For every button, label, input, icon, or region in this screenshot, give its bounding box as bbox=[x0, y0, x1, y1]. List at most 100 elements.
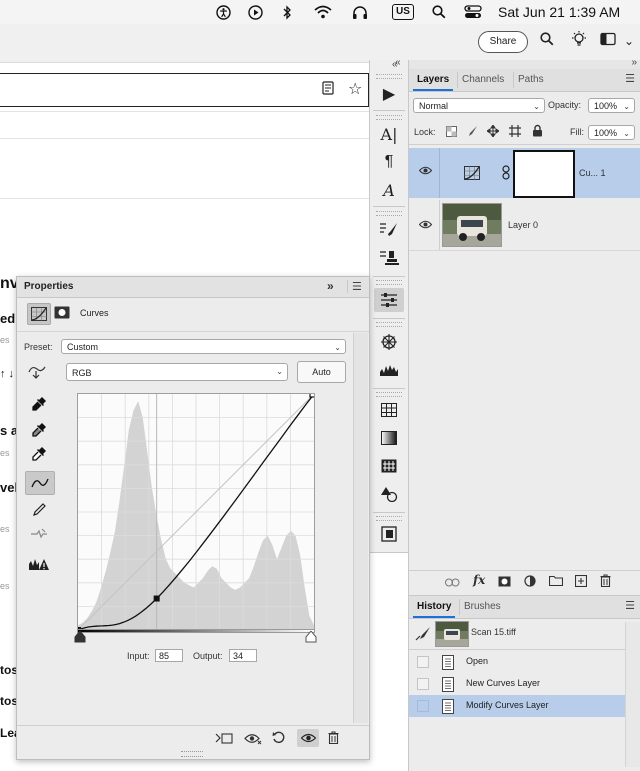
expand-chevron-icon[interactable]: » bbox=[631, 57, 637, 68]
snapshot-thumbnail[interactable] bbox=[435, 621, 469, 647]
new-adjustment-icon[interactable] bbox=[524, 575, 536, 590]
lock-position-icon[interactable] bbox=[486, 124, 500, 140]
eyedropper-gray-icon[interactable] bbox=[25, 419, 53, 441]
share-button[interactable]: Share bbox=[478, 31, 528, 53]
preset-select[interactable]: Custom ⌄ bbox=[61, 339, 346, 354]
menubar-clock[interactable]: Sat Jun 21 1:39 AM bbox=[498, 4, 620, 20]
mask-icon[interactable] bbox=[54, 306, 70, 322]
trash-icon[interactable] bbox=[328, 731, 339, 747]
tab-paths[interactable]: Paths bbox=[513, 72, 548, 88]
tab-channels[interactable]: Channels bbox=[457, 72, 508, 88]
layer-name[interactable]: Cu... 1 bbox=[579, 168, 606, 178]
trash-icon[interactable] bbox=[600, 574, 611, 590]
reader-icon[interactable] bbox=[322, 81, 334, 98]
address-bar[interactable] bbox=[0, 73, 369, 107]
on-image-adjust-icon[interactable] bbox=[28, 364, 48, 383]
history-scrollbar[interactable] bbox=[625, 622, 640, 767]
curves-plot[interactable] bbox=[78, 394, 314, 630]
link-layers-icon[interactable] bbox=[445, 576, 460, 590]
tab-brushes[interactable]: Brushes bbox=[459, 599, 505, 615]
panel-grip[interactable] bbox=[376, 74, 402, 79]
panel-grip[interactable] bbox=[376, 280, 402, 285]
panel-grip[interactable] bbox=[376, 115, 402, 120]
eyedropper-black-icon[interactable] bbox=[25, 393, 53, 415]
histogram-icon[interactable] bbox=[374, 358, 404, 382]
history-state-open[interactable]: Open bbox=[409, 651, 625, 673]
panel-menu-icon[interactable]: ☰ bbox=[625, 599, 635, 612]
layer-mask-thumbnail[interactable] bbox=[513, 150, 575, 198]
black-point-slider-icon[interactable] bbox=[74, 630, 86, 646]
curves-adjustment-icon[interactable] bbox=[27, 303, 51, 325]
visibility-eye-icon[interactable] bbox=[418, 166, 433, 178]
collapse-chevron-icon[interactable]: « bbox=[395, 57, 401, 68]
clipping-warning-icon[interactable] bbox=[25, 553, 53, 575]
new-group-folder-icon[interactable] bbox=[548, 575, 564, 589]
keyboard-input-icon[interactable]: US bbox=[392, 3, 414, 21]
history-state-new-curves[interactable]: New Curves Layer bbox=[409, 673, 625, 695]
chain-link-icon[interactable] bbox=[502, 165, 510, 183]
curves-graph[interactable] bbox=[77, 393, 315, 631]
bluetooth-icon[interactable] bbox=[282, 3, 292, 21]
patterns-icon[interactable] bbox=[374, 454, 404, 478]
blend-mode-select[interactable]: Normal ⌄ bbox=[413, 98, 545, 113]
character-icon[interactable]: A| bbox=[374, 122, 404, 146]
new-layer-icon[interactable] bbox=[574, 574, 588, 590]
fill-field[interactable]: 100% ⌄ bbox=[588, 125, 635, 140]
panel-grip[interactable] bbox=[376, 211, 402, 216]
panel-grip[interactable] bbox=[376, 322, 402, 327]
wifi-icon[interactable] bbox=[314, 3, 332, 21]
panel-grip[interactable] bbox=[376, 392, 402, 397]
swatches-icon[interactable] bbox=[374, 398, 404, 422]
clone-source-icon[interactable] bbox=[374, 246, 404, 270]
channel-select[interactable]: RGB ⌄ bbox=[66, 363, 288, 381]
output-value-field[interactable]: 34 bbox=[229, 649, 257, 662]
resize-grip[interactable] bbox=[181, 751, 203, 757]
lock-pixels-icon[interactable] bbox=[466, 125, 478, 140]
tab-layers[interactable]: Layers bbox=[413, 72, 454, 91]
input-source-badge[interactable]: US bbox=[392, 4, 414, 20]
white-point-slider-icon[interactable] bbox=[305, 630, 317, 646]
shapes-icon[interactable] bbox=[374, 482, 404, 506]
lock-all-icon[interactable] bbox=[532, 124, 543, 140]
navigator-icon[interactable] bbox=[374, 330, 404, 354]
gradients-icon[interactable] bbox=[374, 426, 404, 450]
layer-row-photo[interactable]: Layer 0 bbox=[409, 200, 640, 250]
lock-transparent-icon[interactable] bbox=[446, 126, 457, 140]
panel-grip[interactable] bbox=[376, 516, 402, 521]
history-brush-checkbox[interactable] bbox=[417, 678, 429, 690]
libraries-icon[interactable] bbox=[374, 522, 404, 546]
chevron-down-icon[interactable]: ⌄ bbox=[624, 34, 634, 48]
view-previous-icon[interactable] bbox=[244, 732, 262, 748]
history-state-modify-curves[interactable]: Modify Curves Layer bbox=[409, 695, 625, 717]
control-center-icon[interactable] bbox=[464, 3, 482, 21]
sidebar-toggle-icon[interactable] bbox=[600, 32, 616, 50]
smooth-curve-icon[interactable] bbox=[25, 523, 53, 545]
properties-scrollbar[interactable] bbox=[353, 333, 368, 723]
input-value-field[interactable]: 85 bbox=[155, 649, 183, 662]
brush-settings-icon[interactable] bbox=[374, 218, 404, 242]
fx-layer-style-icon[interactable]: fx bbox=[473, 573, 485, 587]
tab-history[interactable]: History bbox=[413, 599, 456, 618]
lightbulb-icon[interactable] bbox=[570, 30, 588, 52]
curve-points-icon[interactable] bbox=[25, 471, 55, 495]
headphones-icon[interactable] bbox=[352, 3, 368, 21]
reset-icon[interactable] bbox=[272, 731, 286, 748]
layer-name[interactable]: Layer 0 bbox=[508, 220, 538, 230]
properties-titlebar[interactable]: Properties » ☰ bbox=[17, 277, 369, 298]
properties-adjust-icon[interactable] bbox=[374, 288, 404, 312]
collapse-double-chevron-icon[interactable]: » bbox=[327, 279, 334, 293]
star-icon[interactable]: ☆ bbox=[348, 79, 362, 99]
eyedropper-white-icon[interactable] bbox=[25, 443, 53, 465]
panel-menu-icon[interactable]: ☰ bbox=[625, 72, 635, 85]
toggle-visibility-icon[interactable] bbox=[297, 729, 319, 747]
accessibility-icon[interactable] bbox=[216, 3, 231, 21]
history-snapshot-row[interactable]: Scan 15.tiff bbox=[409, 620, 640, 648]
play-circle-icon[interactable] bbox=[248, 3, 263, 21]
add-mask-icon[interactable] bbox=[498, 576, 511, 590]
panel-menu-icon[interactable]: ☰ bbox=[347, 280, 362, 293]
layer-thumbnail[interactable] bbox=[442, 203, 502, 247]
visibility-eye-icon[interactable] bbox=[418, 220, 433, 232]
actions-play-icon[interactable]: ▶ bbox=[374, 82, 404, 106]
layer-row-curves[interactable]: Cu... 1 bbox=[409, 148, 640, 198]
history-brush-checkbox[interactable] bbox=[417, 700, 429, 712]
